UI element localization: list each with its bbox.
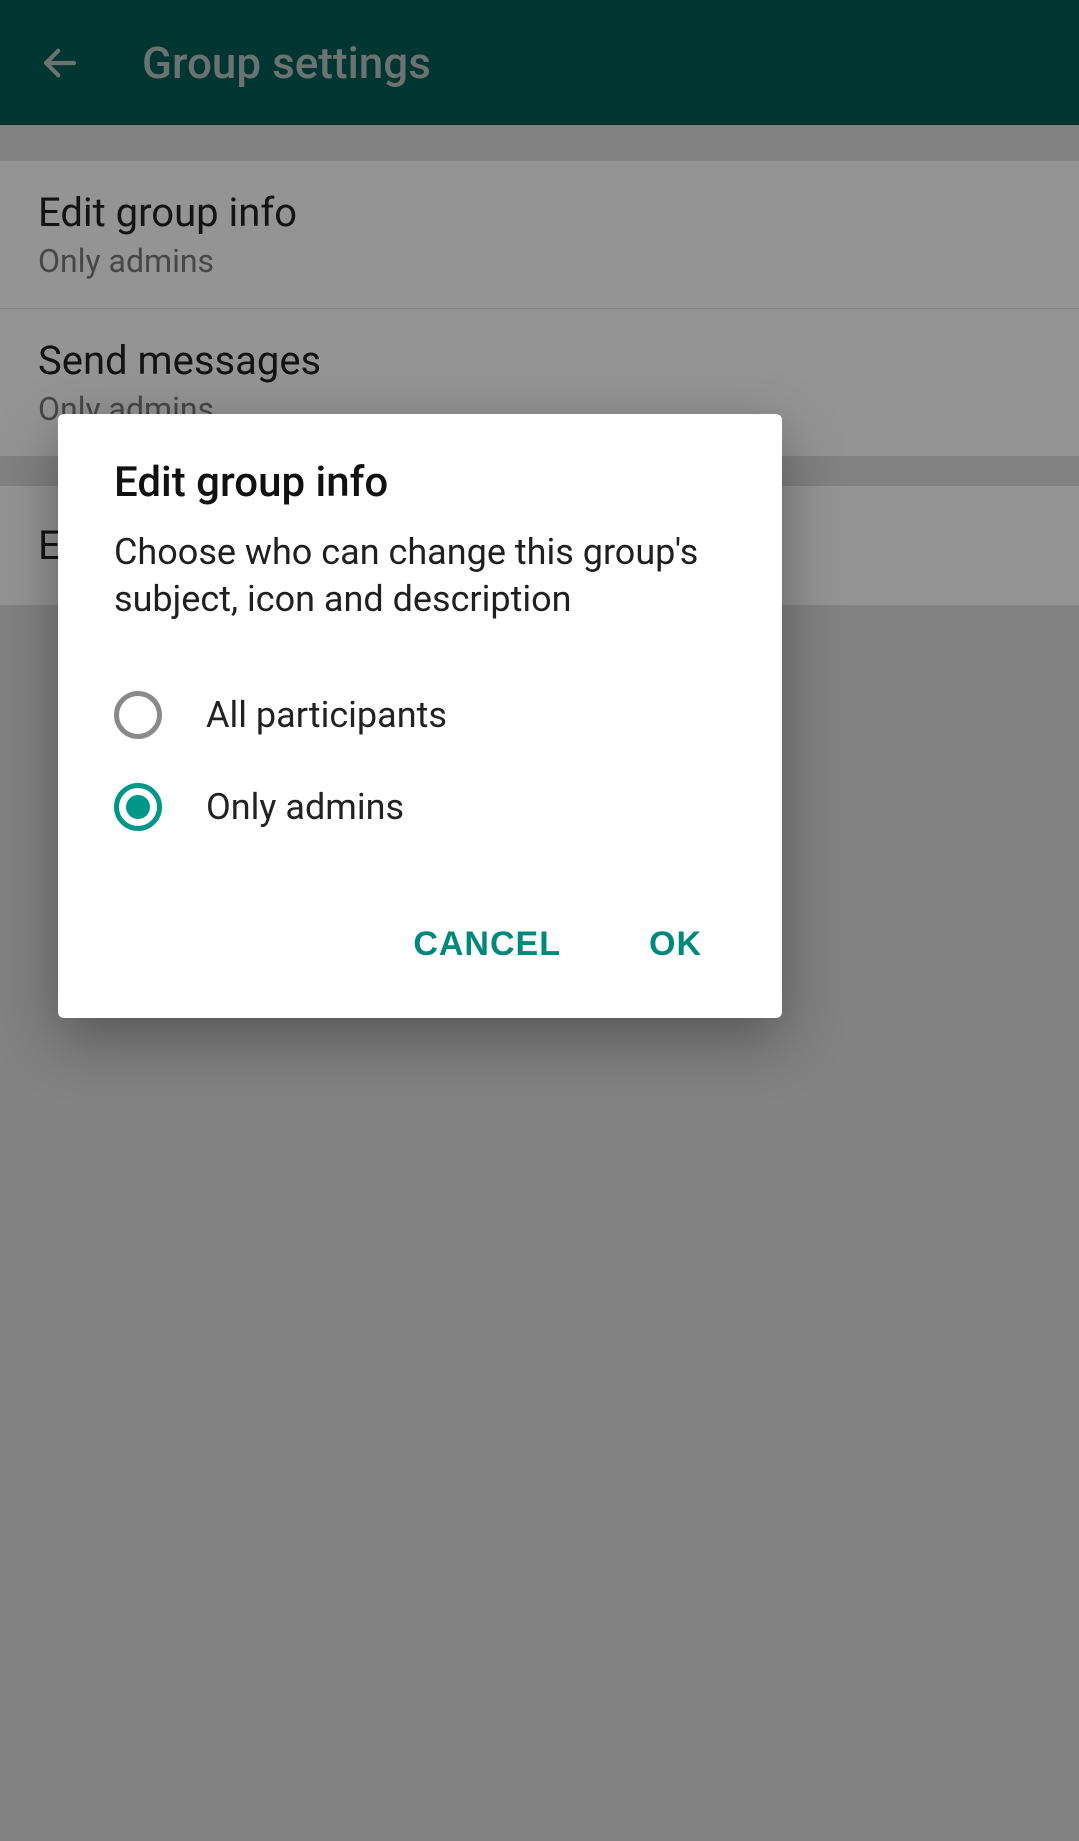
dialog-description: Choose who can change this group's subje…	[58, 529, 782, 623]
dialog-title: Edit group info	[58, 458, 782, 507]
radio-option-all-participants[interactable]: All participants	[58, 669, 782, 761]
edit-group-info-dialog: Edit group info Choose who can change th…	[58, 414, 782, 1018]
radio-checked-icon	[114, 783, 162, 831]
radio-option-only-admins[interactable]: Only admins	[58, 761, 782, 853]
cancel-button[interactable]: CANCEL	[393, 913, 581, 976]
radio-label: Only admins	[206, 786, 404, 828]
dialog-actions: CANCEL OK	[58, 877, 782, 1018]
radio-unchecked-icon	[114, 691, 162, 739]
ok-button[interactable]: OK	[629, 913, 722, 976]
radio-label: All participants	[206, 694, 447, 736]
